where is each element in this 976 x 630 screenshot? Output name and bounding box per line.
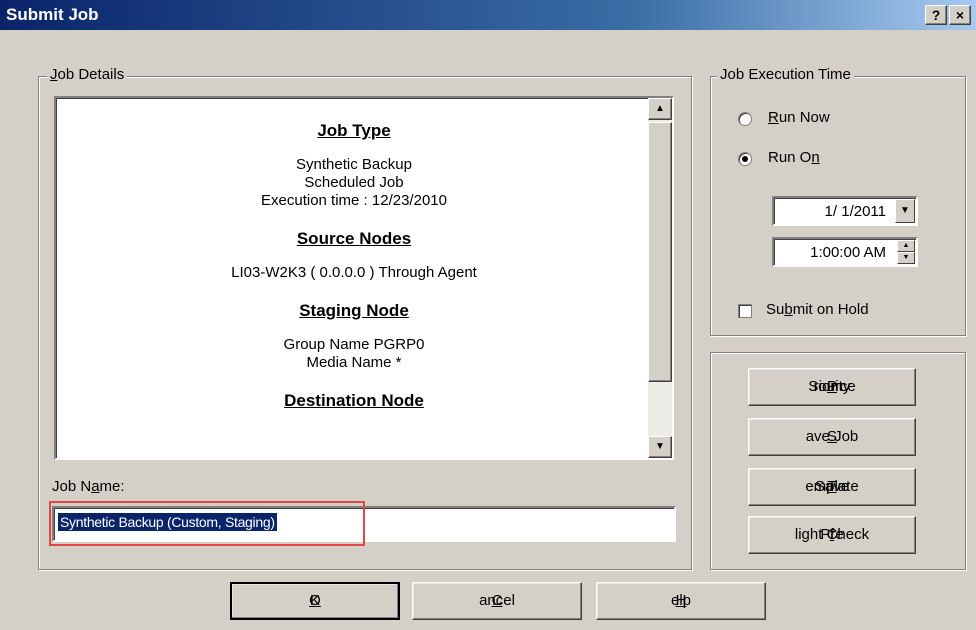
help-icon[interactable]: ? [925, 5, 947, 25]
job-details-legend: Job Details [47, 66, 128, 83]
title-bar: Submit Job ? × [0, 0, 976, 30]
staging-node-line: Group Name PGRP0 [283, 336, 425, 353]
run-on-radio[interactable] [738, 152, 752, 166]
scroll-up-icon[interactable]: ▲ [648, 98, 672, 120]
window-title: Submit Job [6, 5, 99, 24]
time-value: 1:00:00 AM [810, 244, 886, 261]
run-on-label[interactable]: Run On [768, 149, 820, 166]
highlight-outline [49, 501, 365, 546]
save-template-button[interactable]: Save Template [748, 468, 916, 506]
source-nodes-heading: Source Nodes [296, 229, 412, 248]
radio-selected-dot [742, 156, 748, 162]
chevron-down-icon[interactable]: ▼ [895, 199, 915, 223]
job-type-line: Synthetic Backup [296, 156, 412, 173]
staging-node-heading: Staging Node [299, 301, 409, 320]
run-now-radio[interactable] [738, 112, 752, 126]
details-scrollbar[interactable]: ▲ ▼ [648, 98, 672, 458]
job-type-heading: Job Type [317, 121, 391, 140]
staging-node-line: Media Name * [306, 354, 402, 371]
scroll-down-icon[interactable]: ▼ [648, 436, 672, 458]
cancel-button[interactable]: Cancel [412, 582, 582, 620]
job-type-line: Execution time : 12/23/2010 [261, 192, 447, 209]
scrollbar-thumb[interactable] [648, 122, 672, 382]
execution-time-legend: Job Execution Time [717, 66, 854, 83]
job-name-label: Job Name: [52, 478, 125, 495]
job-details-panel: Job Type Synthetic Backup Scheduled Job … [54, 96, 674, 460]
preflight-check-button[interactable]: Pre f light Check [748, 516, 916, 554]
source-priority-button[interactable]: Source Priority [748, 368, 916, 406]
date-value: 1/ 1/2011 [824, 203, 886, 220]
spin-up-icon[interactable]: ▲ [897, 240, 915, 252]
date-picker[interactable]: 1/ 1/2011 ▼ [772, 196, 918, 226]
close-icon[interactable]: × [949, 5, 971, 25]
destination-node-heading: Destination Node [284, 391, 424, 410]
run-now-label[interactable]: Run Now [768, 109, 830, 126]
source-node-line: LI03-W2K3 ( 0.0.0.0 ) Through Agent [231, 264, 477, 281]
help-button[interactable]: Help [596, 582, 766, 620]
spin-down-icon[interactable]: ▼ [897, 252, 915, 264]
submit-on-hold-checkbox[interactable] [738, 304, 752, 318]
ok-button[interactable]: OK [230, 582, 400, 620]
submit-on-hold-label[interactable]: Submit on Hold [766, 301, 869, 318]
save-job-button[interactable]: Save Job [748, 418, 916, 456]
time-spinner[interactable]: 1:00:00 AM ▲ ▼ [772, 237, 918, 267]
job-type-line: Scheduled Job [304, 174, 404, 191]
